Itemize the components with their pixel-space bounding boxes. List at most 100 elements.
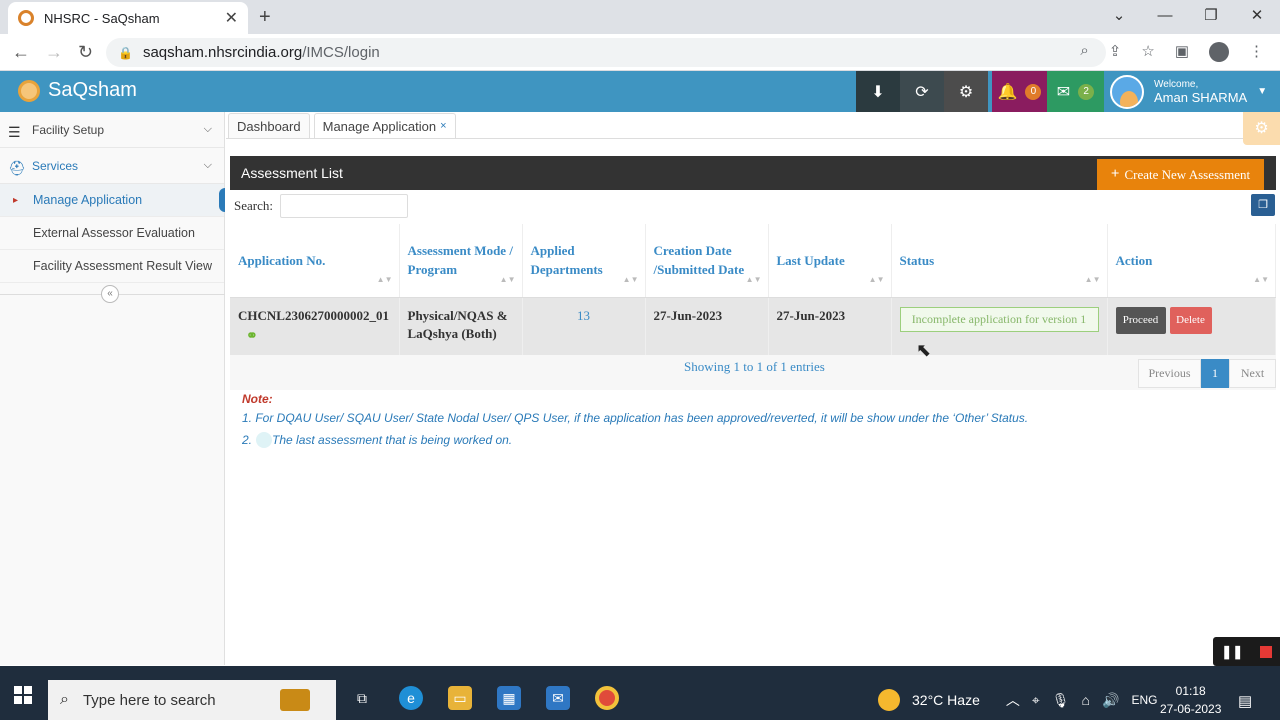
tab-manage-application[interactable]: Manage Application × — [313, 113, 456, 138]
note-block: Note: 1. For DQAU User/ SQAU User/ State… — [242, 392, 1028, 448]
application-number: CHCNL2306270000002_01 — [238, 307, 389, 323]
tab-close-icon[interactable]: ✕ — [225, 8, 238, 28]
notifications-badge: 0 — [1025, 83, 1042, 100]
refresh-icon: ⟳ — [915, 83, 929, 101]
microphone-icon[interactable]: 🎙 — [1052, 692, 1070, 709]
legend-swatch-icon — [256, 432, 273, 448]
edge-browser-icon[interactable]: e — [399, 686, 423, 710]
departments-link[interactable]: 13 — [531, 307, 637, 325]
search-input[interactable] — [279, 194, 408, 218]
browser-toolbar-icons: ⌕ ⇪ ☆ ▣ ⋮ — [1080, 42, 1264, 62]
plus-icon: + — [1110, 166, 1120, 182]
meet-now-icon[interactable]: ⌖ — [1032, 692, 1040, 709]
column-header[interactable]: Applied Departments ▲▼ — [522, 224, 646, 298]
forward-icon[interactable]: → — [45, 42, 63, 63]
download-button[interactable]: ⬇ — [856, 71, 900, 112]
task-view-icon[interactable]: ⧉ — [350, 686, 374, 710]
notifications-button[interactable]: 🔔 0 — [992, 71, 1047, 112]
weather-text[interactable]: 32°C Haze — [912, 692, 980, 708]
store-icon[interactable]: ▦ — [497, 686, 521, 710]
bookmark-star-icon[interactable]: ☆ — [1141, 42, 1154, 62]
brand-name: SaQsham — [48, 79, 137, 101]
sort-icon: ▲▼ — [622, 274, 639, 284]
weather-icon — [878, 689, 900, 711]
profile-icon[interactable] — [1209, 42, 1229, 62]
restore-icon[interactable]: ❐ — [1188, 0, 1234, 34]
tab-dashboard[interactable]: Dashboard — [228, 113, 310, 138]
table-row: CHCNL2306270000002_01 ⚭ Physical/NQAS & … — [230, 297, 1276, 356]
browser-tabstrip: NHSRC - SaQsham ✕ + ⌄ — ❐ ✕ — [0, 0, 1280, 34]
pause-icon[interactable]: ❚❚ — [1221, 644, 1243, 660]
tab-search-icon[interactable]: ⌄ — [1096, 0, 1142, 34]
system-clock[interactable]: 01:18 27-06-2023 — [1160, 682, 1221, 718]
list-icon: ☰ — [8, 123, 21, 140]
browser-tab[interactable]: NHSRC - SaQsham ✕ — [8, 2, 248, 34]
sidebar-section-services[interactable]: ⛑ Services ⌵ — [0, 148, 224, 184]
user-menu[interactable]: Welcome, Aman SHARMA ▼ — [1104, 71, 1280, 112]
theme-settings-gear-icon[interactable]: ⚙ — [1243, 112, 1280, 145]
share-icon[interactable]: ⇪ — [1109, 42, 1122, 62]
url-input[interactable]: 🔒 saqsham.nhsrcindia.org/IMCS/login — [106, 38, 1106, 67]
reload-icon[interactable]: ↻ — [78, 42, 93, 63]
sidebar-item-manage-application[interactable]: Manage Application — [0, 184, 225, 217]
volume-icon[interactable]: 🔊 — [1102, 692, 1119, 709]
site-favicon-icon — [18, 10, 34, 26]
link-chain-icon[interactable]: ⚭ — [246, 328, 391, 346]
stop-icon[interactable] — [1259, 645, 1272, 658]
mail-icon[interactable]: ✉ — [546, 686, 570, 710]
assessment-table: Application No. ▲▼ Assessment Mode / Prog… — [230, 224, 1276, 356]
zoom-icon[interactable]: ⌕ — [1080, 42, 1088, 62]
column-header[interactable]: Last Update ▲▼ — [768, 224, 892, 298]
page-1-button[interactable]: 1 — [1201, 359, 1229, 388]
url-path: /IMCS/login — [302, 44, 380, 61]
collapse-sidebar-icon[interactable]: « — [101, 285, 119, 303]
proceed-button[interactable]: Proceed — [1115, 306, 1166, 334]
address-bar: ← → ↻ 🔒 saqsham.nhsrcindia.org/IMCS/logi… — [0, 34, 1280, 71]
note-line-2: 2. The last assessment that is being wor… — [242, 432, 1028, 448]
messages-badge: 2 — [1078, 83, 1095, 100]
column-label: Action — [1115, 252, 1153, 268]
status-badge: Incomplete application for version 1 — [899, 306, 1099, 332]
settings-button[interactable]: ⚙ — [944, 71, 988, 112]
tab-close-icon[interactable]: × — [440, 120, 446, 132]
note-line-1: 1. For DQAU User/ SQAU User/ State Nodal… — [242, 411, 1029, 425]
column-header[interactable]: Status ▲▼ — [891, 224, 1108, 298]
brand[interactable]: SaQsham — [18, 79, 137, 102]
file-explorer-icon[interactable]: ▭ — [448, 686, 472, 710]
chrome-browser-icon[interactable] — [595, 686, 619, 710]
sidebar: ☰ Facility Setup ⌵ ⛑ Services ⌵ Manage A… — [0, 112, 225, 665]
cell-action: Proceed Delete — [1107, 297, 1276, 356]
column-header[interactable]: Application No. ▲▼ — [230, 224, 400, 298]
windows-start-icon[interactable] — [14, 686, 32, 704]
previous-page-button[interactable]: Previous — [1138, 359, 1201, 388]
side-panel-icon[interactable]: ▣ — [1175, 42, 1189, 62]
column-header[interactable]: Action ▲▼ — [1107, 224, 1276, 298]
sidebar-item-external-assessor-evaluation[interactable]: External Assessor Evaluation — [0, 217, 224, 250]
delete-button[interactable]: Delete — [1169, 306, 1212, 334]
column-header[interactable]: Creation Date /Submitted Date ▲▼ — [645, 224, 769, 298]
refresh-button[interactable]: ⟳ — [900, 71, 944, 112]
close-window-icon[interactable]: ✕ — [1234, 0, 1280, 34]
messages-button[interactable]: ✉ 2 — [1047, 71, 1104, 112]
minimize-icon[interactable]: — — [1142, 0, 1188, 34]
windows-taskbar: ⌕ Type here to search ⧉ e ▭ ▦ ✉ 32°C Haz… — [0, 666, 1280, 720]
action-center-icon[interactable]: ▤ — [1238, 692, 1252, 710]
back-icon[interactable]: ← — [12, 42, 30, 63]
sidebar-section-facility-setup[interactable]: ☰ Facility Setup ⌵ — [0, 112, 224, 148]
taskbar-search-input[interactable]: ⌕ Type here to search — [48, 680, 336, 720]
welcome-text: Welcome, — [1154, 78, 1199, 90]
sidebar-item-facility-assessment-result-view[interactable]: Facility Assessment Result View — [0, 250, 224, 283]
column-header[interactable]: Assessment Mode / Program ▲▼ — [399, 224, 523, 298]
create-new-assessment-button[interactable]: + Create New Assessment — [1097, 159, 1264, 190]
sort-icon: ▲▼ — [1084, 274, 1101, 284]
show-hidden-icons-icon[interactable]: ︿ — [1006, 690, 1020, 710]
language-indicator[interactable]: ENG — [1131, 693, 1157, 707]
browser-menu-icon[interactable]: ⋮ — [1249, 42, 1264, 62]
new-tab-icon[interactable]: + — [259, 6, 271, 29]
copy-icon: ❐ — [1258, 199, 1268, 211]
network-icon[interactable]: ⌂ — [1082, 692, 1090, 708]
sidebar-section-label: Services — [32, 158, 79, 173]
copy-export-button[interactable]: ❐ — [1251, 194, 1275, 216]
url-host: saqsham.nhsrcindia.org — [142, 44, 303, 61]
next-page-button[interactable]: Next — [1229, 359, 1276, 388]
